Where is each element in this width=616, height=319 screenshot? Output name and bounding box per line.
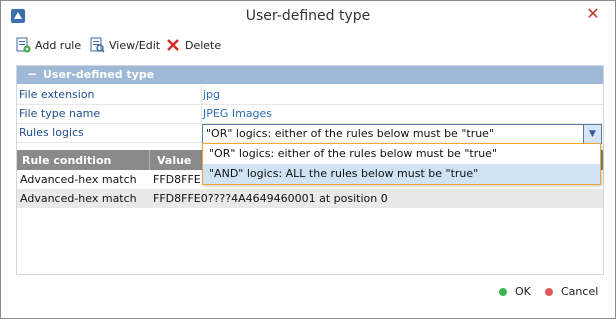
column-header-rule-condition[interactable]: Rule condition (22, 154, 111, 167)
window-title: User-defined type (245, 8, 371, 24)
divider (201, 85, 202, 104)
collapse-icon[interactable]: − (27, 67, 37, 81)
rule-value-cell: FFD8FFE1 (153, 173, 208, 186)
rule-condition-cell: Advanced-hex match (20, 173, 137, 186)
prop-row-file-extension: File extension jpg (17, 85, 603, 105)
dialog-window: User-defined type ✕ Add rule View/Edit D… (0, 0, 616, 319)
cancel-button[interactable]: Cancel (545, 285, 598, 298)
add-rule-button[interactable]: Add rule (15, 36, 81, 54)
view-edit-icon (89, 37, 105, 53)
divider (201, 104, 202, 123)
toolbar: Add rule View/Edit Delete (1, 32, 615, 58)
close-icon[interactable]: ✕ (585, 6, 601, 22)
table-row[interactable]: Advanced-hex match FFD8FFE0????4A4649460… (17, 189, 603, 208)
divider (149, 150, 150, 170)
add-rule-label: Add rule (35, 38, 82, 52)
prop-value[interactable]: jpg (203, 88, 220, 101)
delete-button[interactable]: Delete (165, 36, 221, 54)
delete-label: Delete (185, 38, 222, 52)
prop-label: File extension (19, 88, 95, 101)
delete-icon (165, 37, 181, 53)
rules-logics-dropdown: "OR" logics: either of the rules below m… (202, 143, 601, 185)
add-rule-icon (15, 37, 31, 53)
combobox-value: "OR" logics: either of the rules below m… (206, 127, 495, 140)
ok-button[interactable]: OK (499, 285, 531, 298)
prop-label: File type name (19, 107, 101, 120)
section-title: User-defined type (43, 68, 155, 81)
prop-row-file-type-name: File type name JPEG Images (17, 104, 603, 124)
view-edit-label: View/Edit (109, 38, 161, 52)
dropdown-option-and[interactable]: "AND" logics: ALL the rules below must b… (203, 164, 600, 184)
section-header[interactable]: − User-defined type (17, 66, 603, 84)
view-edit-button[interactable]: View/Edit (89, 36, 160, 54)
title-bar: User-defined type ✕ (1, 1, 615, 31)
rule-value-cell: FFD8FFE0????4A4649460001 at position 0 (153, 192, 388, 205)
cancel-dot-icon (545, 287, 553, 296)
cancel-label: Cancel (561, 285, 599, 298)
column-header-value[interactable]: Value (157, 154, 191, 167)
option-label: "AND" logics: ALL the rules below must b… (209, 167, 479, 180)
rules-logics-combobox[interactable]: "OR" logics: either of the rules below m… (202, 124, 602, 144)
chevron-down-icon[interactable]: ▼ (583, 125, 601, 143)
option-label: "OR" logics: either of the rules below m… (209, 147, 498, 160)
prop-value[interactable]: JPEG Images (203, 107, 272, 120)
ok-label: OK (515, 285, 531, 298)
rule-condition-cell: Advanced-hex match (20, 192, 137, 205)
dropdown-option-or[interactable]: "OR" logics: either of the rules below m… (203, 144, 600, 164)
prop-label: Rules logics (19, 126, 84, 139)
ok-dot-icon (499, 287, 507, 296)
